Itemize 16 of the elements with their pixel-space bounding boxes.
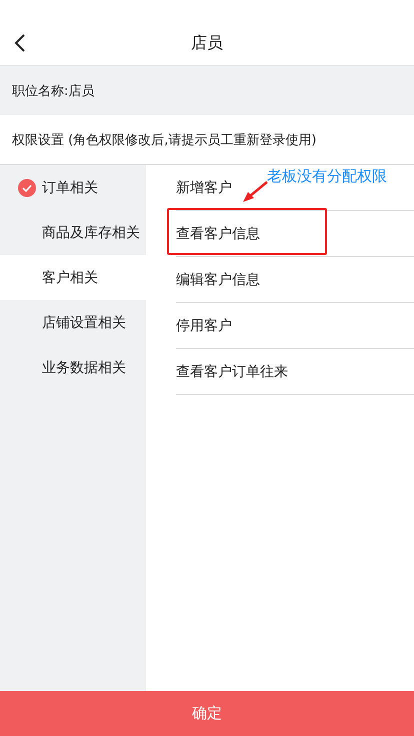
- page-title: 店员: [191, 33, 223, 54]
- permission-item[interactable]: 查看客户订单往来: [176, 362, 288, 380]
- category-item[interactable]: 客户相关: [0, 255, 146, 300]
- category-item[interactable]: 商品及库存相关: [0, 210, 146, 255]
- category-item[interactable]: 订单相关: [0, 165, 146, 210]
- category-item[interactable]: 店铺设置相关: [0, 300, 146, 345]
- annotation-text: 老板没有分配权限: [267, 167, 387, 186]
- annotation-arrow: [242, 181, 268, 203]
- permission-item[interactable]: 停用客户: [176, 316, 232, 334]
- permission-item[interactable]: 查看客户信息: [176, 224, 260, 242]
- permission-item[interactable]: 编辑客户信息: [176, 270, 260, 288]
- position-name: 职位名称:店员: [12, 82, 94, 100]
- back-icon[interactable]: [14, 34, 26, 52]
- permission-item[interactable]: 新增客户: [176, 178, 232, 196]
- permission-hint: 权限设置 (角色权限修改后,请提示员工重新登录使用): [12, 132, 316, 148]
- category-item[interactable]: 业务数据相关: [0, 345, 146, 390]
